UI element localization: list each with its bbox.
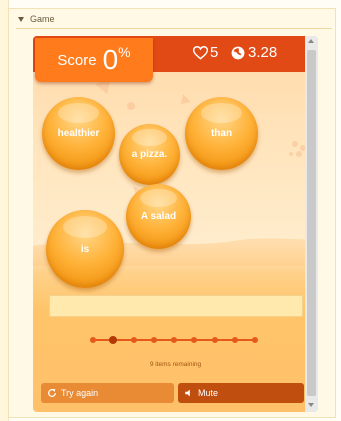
word-bubble[interactable]: A salad <box>126 184 191 249</box>
word-label: healthier <box>57 128 100 139</box>
word-label: is <box>80 243 90 255</box>
section-title: Game <box>30 14 55 24</box>
scroll-thumb[interactable] <box>307 50 316 396</box>
word-bubble[interactable]: healthier <box>42 97 115 170</box>
word-bubble[interactable]: is <box>46 210 124 288</box>
score-box: Score 0% <box>35 38 153 82</box>
timer: 3.28 <box>231 44 277 61</box>
progress-dot <box>211 337 218 343</box>
answer-field[interactable] <box>49 295 303 317</box>
mute-label: Mute <box>198 388 219 398</box>
items-remaining: 9 items remaining <box>149 361 202 368</box>
try-again-button[interactable]: Try again <box>41 383 174 403</box>
mute-button[interactable]: Mute <box>178 383 304 403</box>
progress-dot <box>191 337 198 343</box>
progress-dot <box>252 337 258 343</box>
word-label: A salad <box>140 211 177 222</box>
score-unit: % <box>118 44 131 60</box>
heart-icon <box>193 45 208 60</box>
word-bubble[interactable]: a pizza. <box>119 124 180 185</box>
speaker-icon <box>185 389 190 397</box>
progress-dot <box>109 336 118 344</box>
progress-track <box>89 334 259 346</box>
progress-dot <box>231 337 238 343</box>
word-label: a pizza. <box>131 149 168 160</box>
section-divider <box>16 28 332 29</box>
lives-counter: 5 <box>193 44 218 61</box>
progress-dot <box>171 337 177 343</box>
score-label: Score <box>57 51 97 69</box>
word-bubble[interactable]: than <box>185 97 258 170</box>
try-again-label: Try again <box>61 388 99 398</box>
progress-dot <box>130 337 137 343</box>
lives-value: 5 <box>210 44 219 61</box>
progress-dot <box>90 337 96 343</box>
game-area: Score 0% 5 3.28 healthier a pizza. than … <box>33 36 318 412</box>
scroll-down-arrow-icon[interactable] <box>308 403 314 407</box>
clock-icon <box>231 46 245 59</box>
score-value: 0% <box>102 44 131 75</box>
progress-dot <box>150 337 157 343</box>
collapse-caret-icon[interactable] <box>18 16 24 22</box>
scrollbar[interactable] <box>305 36 318 412</box>
section-header[interactable]: Game <box>18 12 55 26</box>
scroll-up-arrow-icon[interactable] <box>308 39 314 43</box>
word-label: than <box>210 128 233 139</box>
timer-value: 3.28 <box>248 44 278 61</box>
refresh-icon <box>48 388 56 397</box>
